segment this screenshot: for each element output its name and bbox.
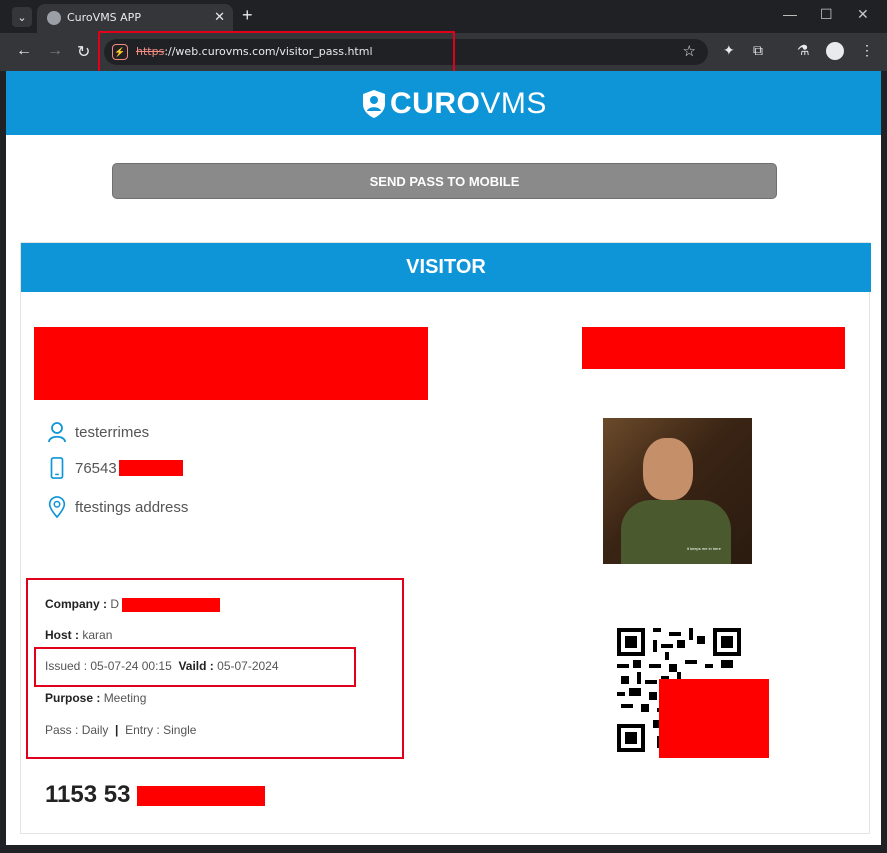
visitor-name: testerrimes	[75, 423, 150, 441]
bookmark-star-icon[interactable]: ☆	[683, 42, 696, 60]
redaction-block	[122, 597, 221, 612]
profile-avatar-icon[interactable]	[826, 42, 844, 60]
company-line: Company : D	[45, 597, 221, 612]
page-viewport: CUROVMS SEND PASS TO MOBILE VISITOR test…	[6, 71, 881, 845]
redaction-block	[582, 327, 845, 369]
visitor-phone: 76543	[75, 459, 117, 477]
tab-title: CuroVMS APP	[67, 11, 141, 24]
new-tab-button[interactable]: +	[242, 5, 253, 26]
menu-kebab-icon[interactable]: ⋮	[860, 42, 874, 59]
pass-entry-line: Pass : Daily | Entry : Single	[45, 723, 197, 737]
redaction-block	[118, 460, 183, 476]
validity-line: Issued : 05-07-24 00:15 Vaild : 05-07-20…	[45, 659, 279, 673]
extensions-icon[interactable]: ⧉	[753, 42, 763, 59]
photo-caption: it keeps me in here	[687, 546, 721, 551]
tab-search-icon[interactable]: ⌄	[12, 7, 32, 27]
maximize-icon[interactable]: ☐	[820, 6, 833, 23]
visitor-pass-card: VISITOR testerrimes 76543 ftestings addr…	[20, 242, 871, 834]
browser-titlebar: ⌄ CuroVMS APP ✕ + — ☐ ✕	[0, 0, 887, 33]
visitor-address-row: ftestings address	[47, 496, 188, 518]
visitor-name-row: testerrimes	[47, 421, 149, 443]
user-icon	[48, 422, 66, 443]
back-icon[interactable]: ←	[16, 42, 32, 60]
curovms-logo[interactable]: CUROVMS	[362, 87, 547, 121]
redaction-block	[137, 785, 266, 806]
host-line: Host : karan	[45, 628, 113, 642]
visitor-phone-row: 76543	[47, 457, 183, 479]
shield-logo-icon	[363, 90, 385, 118]
globe-icon	[47, 11, 61, 25]
purpose-line: Purpose : Meeting	[45, 691, 147, 705]
tab-close-button[interactable]: ✕	[214, 9, 225, 25]
extension-puzzle-icon[interactable]: ✦	[723, 42, 735, 59]
visitor-photo: it keeps me in here	[603, 418, 752, 564]
close-window-icon[interactable]: ✕	[857, 6, 869, 23]
browser-tab[interactable]: CuroVMS APP ✕	[37, 4, 233, 33]
redaction-block	[34, 327, 428, 400]
pass-title: VISITOR	[21, 243, 871, 292]
phone-icon	[50, 457, 64, 479]
forward-icon[interactable]: →	[47, 42, 63, 60]
redaction-block	[659, 679, 769, 758]
visitor-address: ftestings address	[75, 498, 189, 516]
send-pass-to-mobile-button[interactable]: SEND PASS TO MOBILE	[112, 163, 777, 199]
labs-flask-icon[interactable]: ⚗	[797, 42, 810, 59]
reload-icon[interactable]: ↻	[77, 42, 90, 62]
location-pin-icon	[48, 496, 66, 518]
minimize-icon[interactable]: —	[783, 6, 797, 22]
site-header: CUROVMS	[6, 71, 881, 135]
pass-number: 1153 53	[45, 781, 266, 809]
